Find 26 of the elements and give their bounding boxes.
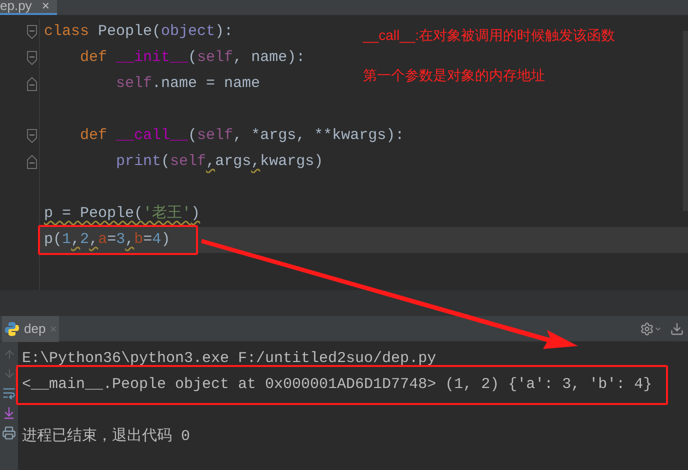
fold-icon[interactable] bbox=[27, 155, 37, 169]
code-line: print(self,args,kwargs) bbox=[116, 152, 324, 172]
annotation-text: 第一个参数是对象的内存地址 bbox=[363, 66, 546, 84]
splitter-bar[interactable] bbox=[0, 290, 688, 316]
code-line: def __init__(self, name): bbox=[80, 48, 306, 68]
code-line: p = People('老王') bbox=[44, 204, 200, 224]
scroll-to-end-icon[interactable] bbox=[2, 406, 16, 420]
editor-tab[interactable]: ep.py × bbox=[0, 0, 58, 15]
fold-icon[interactable] bbox=[27, 25, 37, 39]
code-line: self.name = name bbox=[116, 74, 260, 94]
code-line: class People(object): bbox=[44, 22, 234, 42]
print-icon[interactable] bbox=[2, 426, 16, 440]
console-line: 进程已结束，退出代码 0 bbox=[22, 426, 190, 447]
annotation-text: __call__:在对象被调用的时候触发该函数 bbox=[363, 26, 616, 44]
python-icon bbox=[4, 320, 20, 336]
run-tab[interactable]: dep × bbox=[2, 316, 59, 342]
code-line: def __call__(self, *args, **kwargs): bbox=[80, 126, 404, 146]
tab-label: ep.py bbox=[0, 0, 32, 12]
close-icon[interactable]: × bbox=[42, 0, 50, 12]
download-icon[interactable] bbox=[670, 322, 684, 336]
fold-icon[interactable] bbox=[27, 129, 37, 143]
settings-icon[interactable] bbox=[640, 322, 662, 336]
wrap-text-icon[interactable] bbox=[2, 386, 16, 400]
fold-icon[interactable] bbox=[27, 51, 37, 65]
fold-icon[interactable] bbox=[27, 77, 37, 91]
tab-label: dep bbox=[24, 320, 46, 338]
